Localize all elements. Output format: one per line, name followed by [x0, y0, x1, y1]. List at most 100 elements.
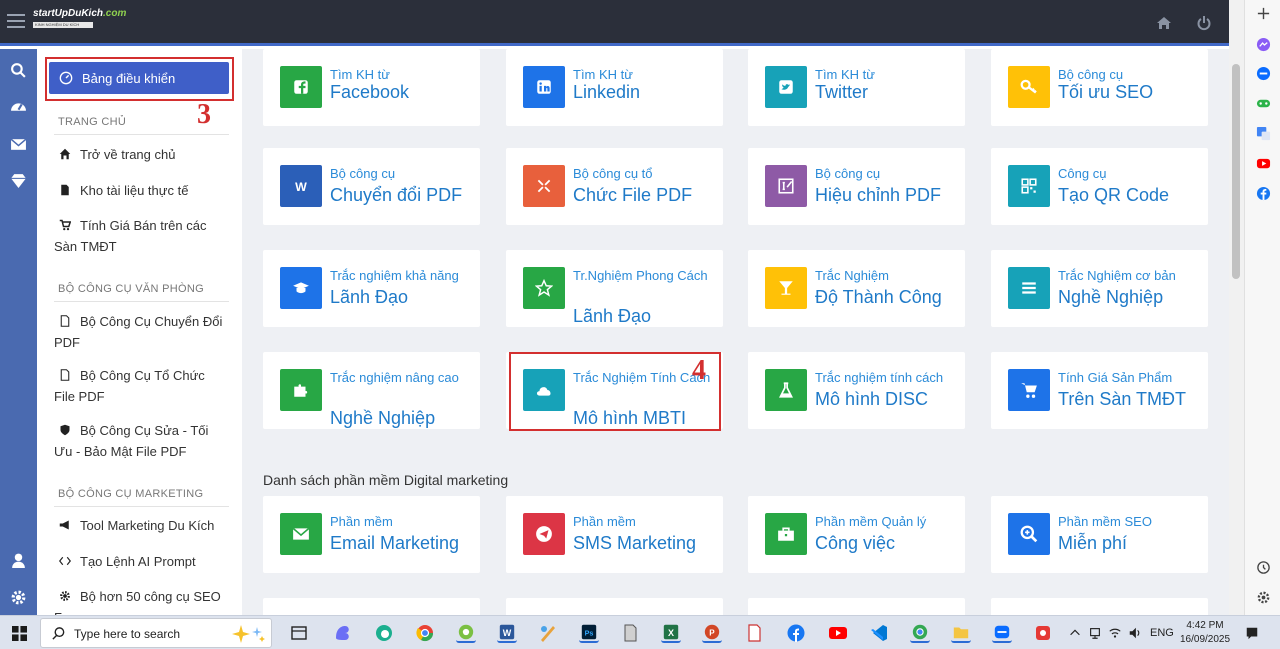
wifi-icon[interactable]	[1108, 626, 1122, 640]
search-icon[interactable]	[10, 62, 27, 79]
paper-plane-icon	[523, 513, 565, 555]
card-career-basic[interactable]: Trắc Nghiệm cơ bản Nghề Nghiệp	[991, 250, 1208, 327]
svg-text:Ps: Ps	[585, 629, 594, 638]
diamond-icon[interactable]	[10, 172, 27, 189]
sidebar: Bảng điều khiển 3 TRANG CHỦ Trở về trang…	[37, 49, 242, 615]
game-controller-icon[interactable]	[1256, 96, 1271, 111]
vscode-icon[interactable]	[869, 623, 889, 643]
qr-code-icon	[1008, 165, 1050, 207]
translate-icon[interactable]	[1256, 126, 1271, 141]
card-disc[interactable]: Trắc nghiệm tính cách Mô hình DISC	[748, 352, 965, 429]
browser-edge-sidebar	[1244, 0, 1280, 615]
user-icon[interactable]	[10, 552, 27, 569]
youtube-app-icon[interactable]	[828, 623, 848, 643]
scrollbar-thumb[interactable]	[1232, 64, 1240, 279]
card-leadership-test[interactable]: Trắc nghiệm khả năng Lãnh Đạo	[263, 250, 480, 327]
sidebar-item-documents[interactable]: Kho tài liệu thực tế	[54, 180, 229, 201]
taskbar-clock[interactable]: 4:42 PM 16/09/2025	[1180, 619, 1230, 647]
history-icon[interactable]	[1256, 560, 1271, 575]
chevron-up-icon[interactable]	[1068, 626, 1082, 640]
card-leadership-style[interactable]: Tr.Nghiệm Phong Cách Lãnh Đạo	[506, 250, 723, 327]
card-seo[interactable]: Bộ công cụ Tối ưu SEO	[991, 49, 1208, 126]
card-task-management[interactable]: Phần mềm Quản lý Công việc	[748, 496, 965, 573]
sidebar-item-seo-tools[interactable]: Bộ hơn 50 công cụ SEO F...	[54, 586, 229, 615]
facebook-icon[interactable]	[1256, 186, 1271, 201]
card-partial[interactable]	[991, 598, 1208, 615]
excel-icon[interactable]: X	[661, 623, 681, 643]
card-email-marketing[interactable]: Phần mềm Email Marketing	[263, 496, 480, 573]
file-explorer-icon[interactable]	[951, 623, 971, 643]
network-icon[interactable]	[1088, 626, 1102, 640]
edit-pdf-icon	[765, 165, 807, 207]
coccoc-browser-icon[interactable]	[456, 623, 476, 643]
sidebar-item-pdf-convert[interactable]: Bộ Công Cụ Chuyển Đổi PDF	[54, 311, 229, 353]
card-partial[interactable]	[506, 598, 723, 615]
pdf-reader-icon[interactable]	[744, 623, 764, 643]
power-icon[interactable]	[1196, 15, 1212, 31]
hamburger-menu-icon[interactable]	[7, 14, 25, 28]
card-sms-marketing[interactable]: Phần mềm SMS Marketing	[506, 496, 723, 573]
card-pdf-organize[interactable]: Bộ công cụ tổ Chức File PDF	[506, 148, 723, 225]
settings-gear-icon[interactable]	[1256, 590, 1271, 605]
messenger-icon[interactable]	[1256, 37, 1271, 52]
windows-start-icon[interactable]	[12, 626, 27, 641]
svg-text:P: P	[709, 629, 715, 638]
photoshop-icon[interactable]: Ps	[579, 623, 599, 643]
plus-icon[interactable]	[1256, 6, 1271, 21]
notification-app-icon[interactable]	[1033, 623, 1053, 643]
zalo-app-icon[interactable]	[992, 623, 1012, 643]
section-title-office: BỘ CÔNG CỤ VĂN PHÒNG	[58, 283, 204, 295]
sidebar-item-pdf-organize[interactable]: Bộ Công Cụ Tổ Chức File PDF	[54, 365, 229, 407]
site-logo[interactable]: startUpDuKich.com KINH NGHIỆM DU KÍCH	[33, 8, 126, 38]
card-pdf-convert[interactable]: W Bộ công cụ Chuyển đổi PDF	[263, 148, 480, 225]
card-pdf-edit[interactable]: Bộ công cụ Hiệu chỉnh PDF	[748, 148, 965, 225]
windows-taskbar: Type here to search W Ps X P ENG 4:42 PM…	[0, 615, 1280, 649]
card-partial[interactable]	[263, 598, 480, 615]
sidebar-item-home[interactable]: Trở về trang chủ	[54, 144, 229, 165]
card-qr-code[interactable]: Công cụ Tạo QR Code	[991, 148, 1208, 225]
annotation-box-4	[509, 352, 721, 431]
word-icon[interactable]: W	[497, 623, 517, 643]
annotation-label-4: 4	[692, 355, 706, 386]
chrome-profile-icon[interactable]	[910, 623, 930, 643]
svg-text:W: W	[503, 628, 512, 638]
page-scrollbar[interactable]	[1229, 0, 1244, 615]
home-icon[interactable]	[1156, 15, 1172, 31]
youtube-icon[interactable]	[1256, 156, 1271, 171]
card-partial[interactable]	[748, 598, 965, 615]
copilot-icon[interactable]	[333, 623, 353, 643]
cart-icon	[1008, 369, 1050, 411]
card-price-tmdt[interactable]: Tính Giá Sản Phẩm Trên Sàn TMĐT	[991, 352, 1208, 429]
card-seo-free[interactable]: Phần mềm SEO Miễn phí	[991, 496, 1208, 573]
app-window: startUpDuKich.com KINH NGHIỆM DU KÍCH Bả…	[0, 0, 1280, 649]
sidebar-item-marketing-tool[interactable]: Tool Marketing Du Kích	[54, 515, 229, 536]
powerpoint-icon[interactable]: P	[702, 623, 722, 643]
envelope-icon[interactable]	[10, 136, 27, 153]
dashboard-gauge-icon[interactable]	[10, 98, 27, 115]
top-bar: startUpDuKich.com KINH NGHIỆM DU KÍCH	[0, 0, 1229, 46]
card-linkedin[interactable]: Tìm KH từ Linkedin	[506, 49, 723, 126]
notification-center-icon[interactable]	[1245, 626, 1259, 640]
sidebar-item-ai-prompt[interactable]: Tạo Lệnh AI Prompt	[54, 551, 229, 572]
edge-browser-icon[interactable]	[374, 623, 394, 643]
taskbar-search-box[interactable]: Type here to search	[40, 618, 272, 648]
document-app-icon[interactable]	[620, 623, 640, 643]
card-career-advanced[interactable]: Trắc nghiệm nâng cao Nghề Nghiệp	[263, 352, 480, 429]
volume-icon[interactable]	[1128, 626, 1142, 640]
zalo-icon[interactable]	[1256, 66, 1271, 81]
card-success-test[interactable]: Trắc Nghiệm Độ Thành Công	[748, 250, 965, 327]
sidebar-item-price-tmdt[interactable]: Tính Giá Bán trên các Sàn TMĐT	[54, 215, 229, 257]
facebook-app-icon[interactable]	[786, 623, 806, 643]
pdf-to-word-icon: W	[280, 165, 322, 207]
sidebar-item-pdf-edit[interactable]: Bộ Công Cụ Sửa - Tối Ưu - Bảo Mật File P…	[54, 420, 229, 462]
chrome-icon[interactable]	[415, 623, 435, 643]
card-facebook[interactable]: Tìm KH từ Facebook	[263, 49, 480, 126]
pdf-file-icon	[60, 369, 70, 381]
input-language[interactable]: ENG	[1150, 627, 1174, 639]
task-view-icon[interactable]	[289, 623, 309, 643]
settings-gear-icon[interactable]	[10, 589, 27, 606]
organize-pdf-icon	[523, 165, 565, 207]
card-twitter[interactable]: Tìm KH từ Twitter	[748, 49, 965, 126]
list-icon	[1008, 267, 1050, 309]
paint-icon[interactable]	[538, 623, 558, 643]
